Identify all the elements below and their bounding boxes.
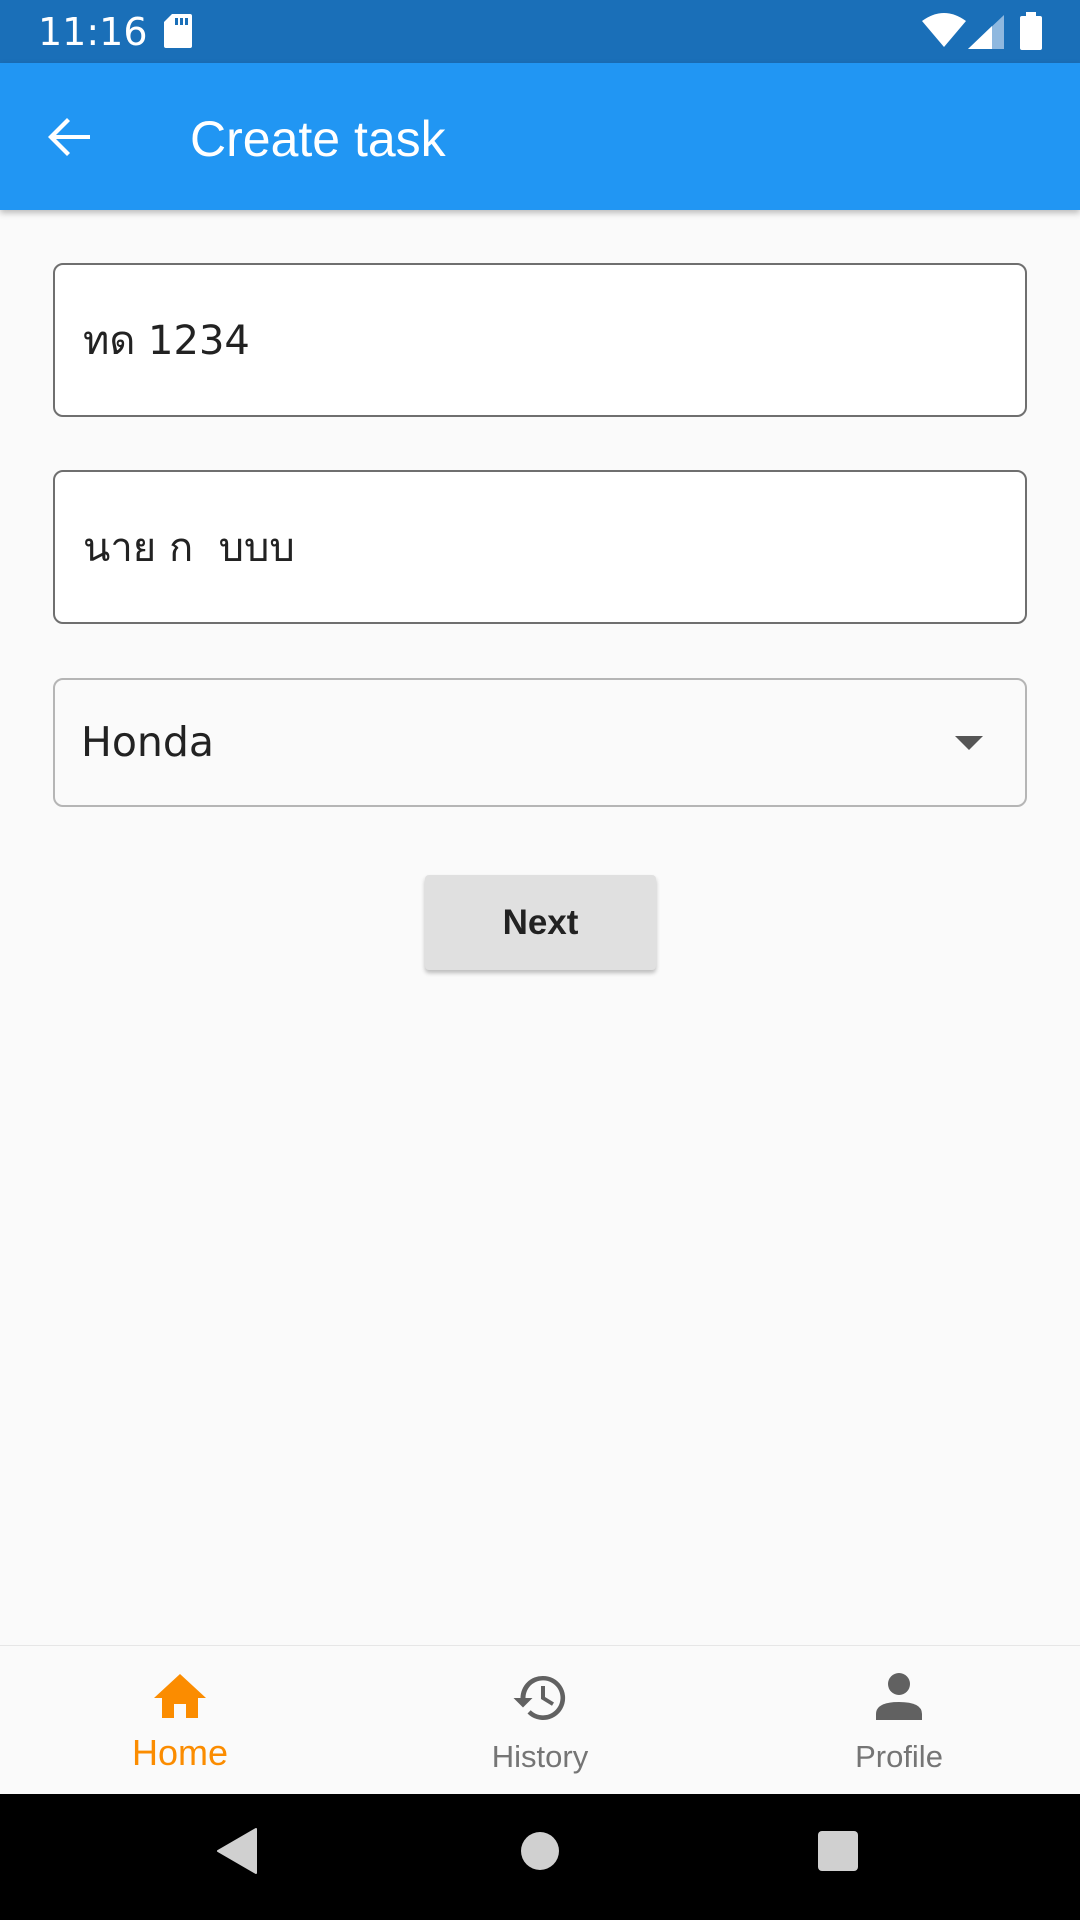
status-time: 11:16 xyxy=(38,10,148,54)
nav-label-profile: Profile xyxy=(855,1739,943,1774)
brand-dropdown[interactable]: Honda xyxy=(53,678,1027,807)
wifi-icon xyxy=(922,13,966,52)
home-circle-icon[interactable] xyxy=(520,1827,560,1880)
brand-dropdown-value: Honda xyxy=(81,718,215,766)
status-bar: 11:16 xyxy=(0,0,1080,63)
signal-icon xyxy=(968,15,1004,54)
nav-item-profile[interactable]: Profile xyxy=(719,1646,1079,1795)
nav-label-home: Home xyxy=(131,1732,229,1773)
caret-down-icon xyxy=(955,736,983,757)
next-button[interactable]: Next xyxy=(425,875,656,970)
home-icon xyxy=(152,1672,208,1725)
back-triangle-icon[interactable] xyxy=(216,1827,258,1880)
sd-card-icon xyxy=(164,14,192,53)
nav-label-history: History xyxy=(491,1739,589,1774)
page-title: Create task xyxy=(190,111,446,167)
nav-item-history[interactable]: History xyxy=(360,1646,720,1795)
system-navigation-bar xyxy=(0,1794,1080,1920)
customer-name-field[interactable] xyxy=(53,470,1027,624)
plate-number-input[interactable] xyxy=(83,265,983,415)
history-icon xyxy=(511,1672,569,1729)
recents-square-icon[interactable] xyxy=(817,1827,859,1880)
nav-item-home[interactable]: Home xyxy=(0,1646,360,1795)
customer-name-input[interactable] xyxy=(83,472,983,622)
bottom-navigation: Home History Profile xyxy=(0,1645,1080,1794)
back-button[interactable] xyxy=(44,111,96,163)
app-bar: Create task xyxy=(0,63,1080,210)
plate-number-field[interactable] xyxy=(53,263,1027,417)
battery-icon xyxy=(1020,12,1042,55)
arrow-back-icon xyxy=(48,118,90,156)
person-icon xyxy=(876,1672,922,1725)
